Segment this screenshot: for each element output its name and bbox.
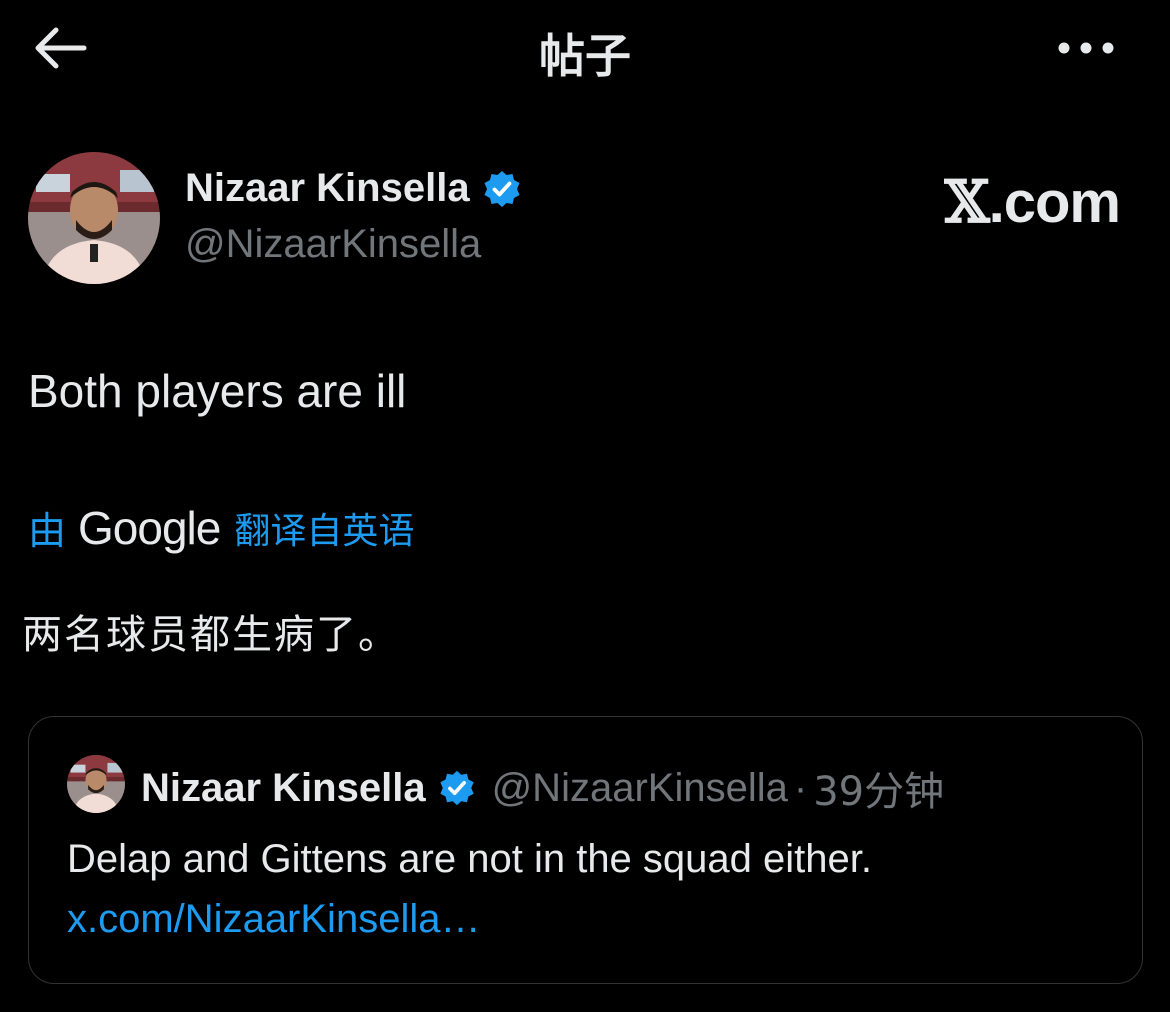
translation-attribution[interactable]: 由 Google 翻译自英语: [28, 500, 414, 555]
translated-from-label: 翻译自英语: [234, 510, 415, 552]
more-options-button[interactable]: [1052, 28, 1120, 68]
x-logo-icon: 𝕏: [944, 168, 990, 236]
translated-text: 两名球员都生病了。: [22, 612, 400, 658]
quoted-tweet-text: Delap and Gittens are not in the squad e…: [67, 837, 872, 881]
author-handle[interactable]: @NizaarKinsella: [185, 222, 481, 267]
quoted-author-name: Nizaar Kinsella: [141, 765, 426, 810]
google-logo: Google: [78, 501, 221, 554]
author-name-row: Nizaar Kinsella: [185, 166, 522, 211]
quoted-tweet-card[interactable]: Nizaar Kinsella @NizaarKinsella · 39分钟 D…: [28, 716, 1143, 984]
more-dots-icon: [1058, 42, 1114, 54]
quoted-author-handle: @NizaarKinsella: [491, 765, 788, 810]
page-title: 帖子: [539, 29, 631, 83]
source-badge: 𝕏.com: [944, 168, 1121, 236]
top-bar: 帖子: [0, 0, 1170, 100]
quoted-tweet-link[interactable]: x.com/NizaarKinsella…: [67, 897, 480, 942]
tweet-text: Both players are ill: [28, 365, 407, 417]
separator-dot: ·: [793, 765, 808, 810]
tweet-author: Nizaar Kinsella @NizaarKinsella 𝕏.com: [28, 150, 1148, 290]
verified-badge-icon: [482, 169, 522, 209]
verified-badge-icon: [438, 769, 476, 807]
author-avatar[interactable]: [28, 152, 160, 284]
quoted-tweet-header: Nizaar Kinsella @NizaarKinsella · 39分钟: [141, 759, 944, 817]
quoted-author-avatar: [67, 755, 125, 813]
translation-by-label: 由: [28, 509, 67, 553]
author-name[interactable]: Nizaar Kinsella: [185, 166, 470, 211]
source-badge-domain: .com: [988, 170, 1121, 235]
quoted-tweet-time: 39分钟: [813, 769, 945, 815]
